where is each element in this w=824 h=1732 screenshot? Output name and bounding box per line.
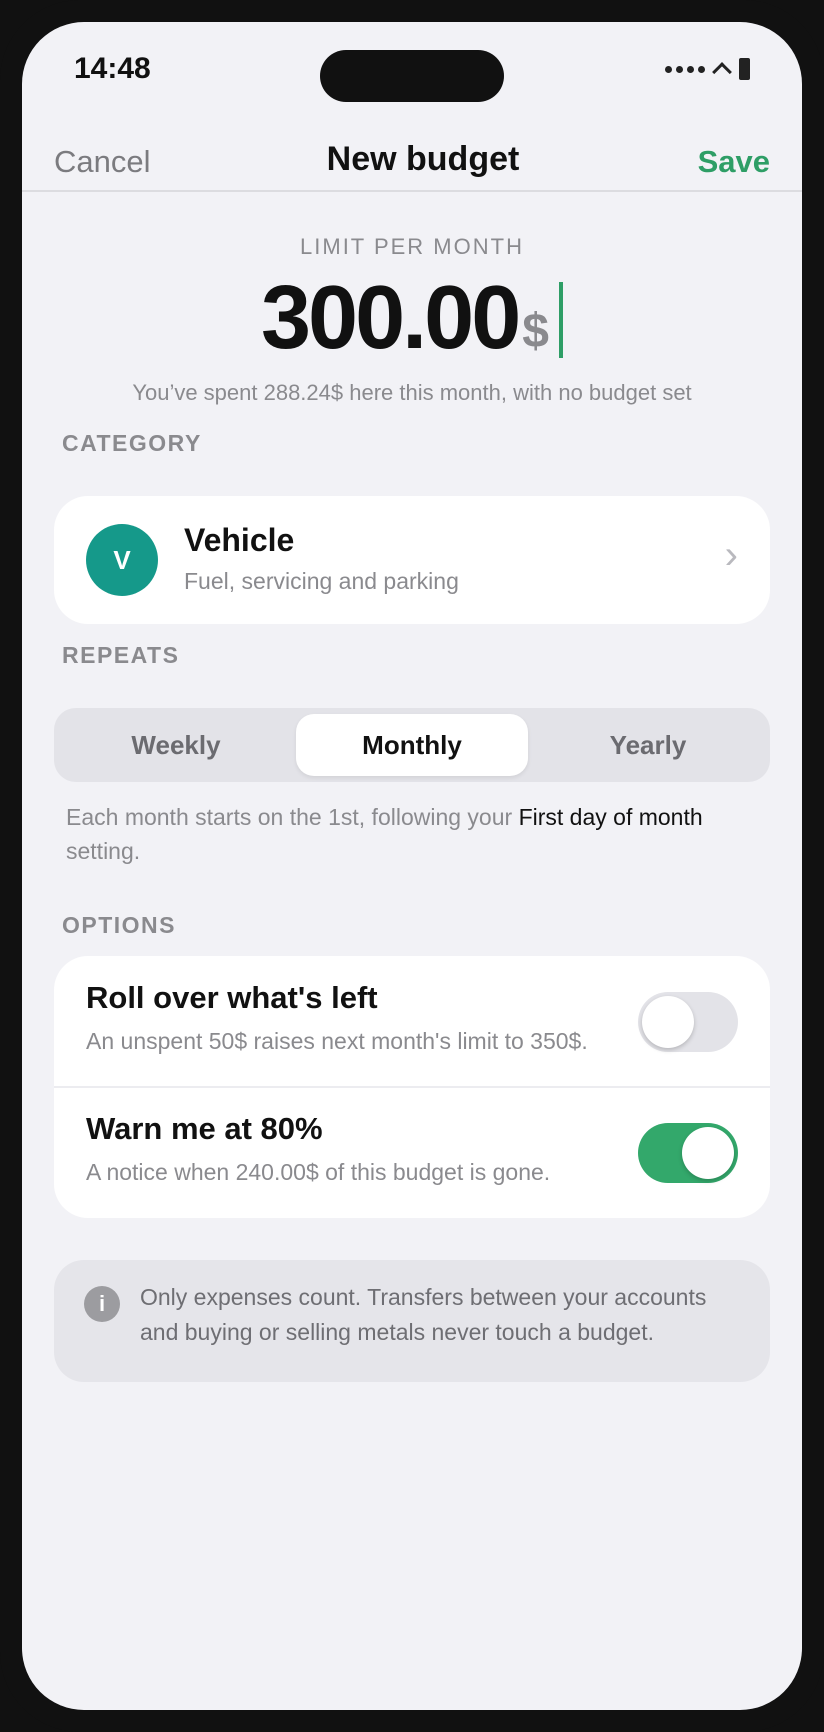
signal-icon (665, 65, 705, 73)
segment-monthly[interactable]: Monthly (296, 714, 528, 776)
repeats-section-label: REPEATS (62, 642, 180, 668)
category-name: Vehicle (184, 522, 295, 558)
info-icon: i (84, 1286, 120, 1322)
currency-symbol: $ (522, 305, 549, 358)
toggle-knob (682, 1127, 734, 1179)
option-rollover: Roll over what's left An unspent 50$ rai… (54, 956, 770, 1087)
category-row[interactable]: V Vehicle Fuel, servicing and parking › (54, 496, 770, 624)
option-title: Warn me at 80% (86, 1111, 323, 1146)
nav-bar: Cancel New budget Save (22, 130, 802, 194)
wifi-icon (712, 62, 732, 82)
options-card: Roll over what's left An unspent 50$ rai… (54, 956, 770, 1218)
category-description: Fuel, servicing and parking (184, 568, 459, 594)
option-warn: Warn me at 80% A notice when 240.00$ of … (54, 1087, 770, 1218)
repeats-note: Each month starts on the 1st, following … (66, 800, 706, 868)
status-icons (665, 58, 750, 82)
status-time: 14:48 (74, 52, 151, 85)
segment-weekly[interactable]: Weekly (60, 714, 292, 776)
limit-label: LIMIT PER MONTH (300, 234, 524, 259)
repeats-note-suffix: setting. (66, 838, 141, 864)
info-text: Only expenses count. Transfers between y… (140, 1284, 707, 1345)
option-description: An unspent 50$ raises next month's limit… (86, 1028, 588, 1054)
spent-note: You’ve spent 288.24$ here this month, wi… (132, 380, 692, 405)
nav-divider (22, 190, 802, 192)
page-title: New budget (326, 140, 520, 178)
repeats-segmented-control: Weekly Monthly Yearly (54, 708, 770, 782)
dynamic-island (320, 50, 504, 102)
segment-yearly[interactable]: Yearly (532, 714, 764, 776)
screen: 14:48 Cancel New budget Save LIMIT PER M… (22, 22, 802, 1710)
option-title: Roll over what's left (86, 980, 378, 1015)
battery-icon (739, 58, 750, 80)
rollover-toggle[interactable] (638, 992, 738, 1052)
warn-toggle[interactable] (638, 1123, 738, 1183)
info-notice: i Only expenses count. Transfers between… (54, 1260, 770, 1382)
category-section-label: CATEGORY (62, 430, 202, 456)
save-button[interactable]: Save (698, 144, 770, 180)
option-description: A notice when 240.00$ of this budget is … (86, 1159, 551, 1185)
category-avatar: V (86, 524, 158, 596)
first-day-setting-link[interactable]: First day of month (519, 804, 703, 830)
text-cursor (558, 282, 563, 358)
chevron-right-icon: › (724, 533, 738, 577)
amount-value: 300.00 (261, 268, 521, 368)
options-section-label: OPTIONS (62, 912, 177, 938)
toggle-knob (642, 996, 694, 1048)
phone-frame: 14:48 Cancel New budget Save LIMIT PER M… (0, 0, 824, 1732)
repeats-note-prefix: Each month starts on the 1st, following … (66, 804, 519, 830)
amount-input[interactable]: 300.00 $ (22, 270, 802, 366)
